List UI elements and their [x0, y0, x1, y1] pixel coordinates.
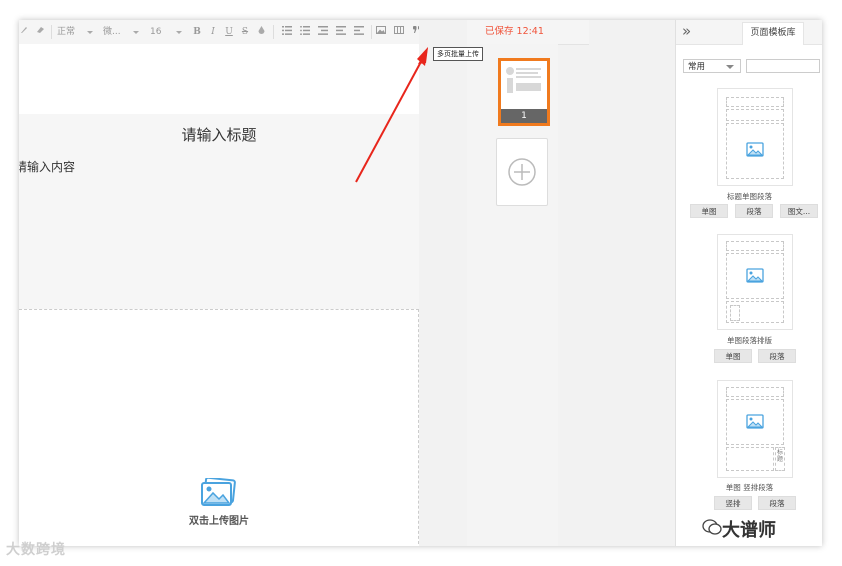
template-category-select[interactable]: 常用	[683, 59, 741, 73]
chevron-down-icon	[726, 65, 734, 69]
text-color-icon[interactable]	[255, 24, 267, 40]
template-option-button[interactable]: 竖排	[714, 496, 752, 510]
template-option-button[interactable]: 图文...	[780, 204, 818, 218]
title-placeholder[interactable]: 请输入标题	[19, 124, 419, 145]
font-size-select[interactable]: 16	[150, 24, 186, 40]
template-card-title-image-paragraph[interactable]	[717, 88, 793, 186]
eraser-icon[interactable]	[33, 24, 47, 40]
watermark-text: 大数跨境	[6, 542, 66, 558]
image-placeholder-icon	[746, 142, 764, 157]
template-option-button[interactable]: 单图	[690, 204, 728, 218]
insert-image-icon[interactable]	[375, 24, 387, 40]
template-name: 单图 竖排段落	[725, 483, 774, 492]
insert-table-icon[interactable]	[393, 24, 405, 40]
template-library-panel: » 页面模板库 常用 标题单图段落 单图 段落 图文... 单图段落排版 单图 …	[675, 20, 822, 546]
upload-image-label[interactable]: 双击上传图片	[19, 512, 419, 527]
panel-header: » 页面模板库	[676, 20, 822, 45]
plus-circle-icon	[508, 158, 536, 186]
save-status: 已保存 12:41	[485, 26, 544, 37]
image-placeholder-icon	[746, 414, 764, 429]
font-family-select[interactable]: 微...	[103, 24, 143, 40]
paragraph-style-select[interactable]: 正常	[57, 24, 97, 40]
page-editor-canvas[interactable]: 请输入标题 请输入内容 双击上传图片	[19, 44, 419, 546]
app-window: 正常 微... 16 B I U S 已保存 12:41 请输入标题 请输入内容…	[19, 20, 822, 546]
indent-icon[interactable]	[317, 24, 329, 40]
template-option-button[interactable]: 段落	[758, 349, 796, 363]
template-option-button[interactable]: 单图	[714, 349, 752, 363]
tab-page-templates[interactable]: 页面模板库	[742, 22, 804, 45]
outdent-icon[interactable]	[335, 24, 347, 40]
tooltip: 多页批量上传	[433, 47, 483, 61]
text-block[interactable]: 请输入标题 请输入内容	[19, 114, 419, 309]
ordered-list-icon[interactable]	[281, 24, 293, 40]
vertical-title-text: 标题	[776, 449, 783, 463]
template-name: 标题单图段落	[727, 192, 772, 201]
block-divider	[19, 309, 419, 310]
watermark-brand: 大谱师	[722, 520, 776, 541]
collapse-panel-icon[interactable]: »	[682, 23, 691, 39]
format-painter-icon[interactable]	[19, 24, 29, 40]
align-icon[interactable]	[353, 24, 365, 40]
template-option-button[interactable]: 段落	[735, 204, 773, 218]
toolbar-divider	[51, 25, 52, 39]
template-option-button[interactable]: 段落	[758, 496, 796, 510]
bold-button[interactable]: B	[191, 24, 203, 40]
template-card-image-paragraph-layout[interactable]	[717, 234, 793, 330]
toolbar-divider	[273, 25, 274, 39]
template-card-image-vertical-paragraph[interactable]: 标题	[717, 380, 793, 478]
editor-gutter	[419, 20, 467, 546]
add-page-button[interactable]	[496, 138, 548, 206]
image-placeholder-icon	[746, 268, 764, 283]
template-search-input[interactable]	[746, 59, 820, 73]
page-number: 1	[501, 109, 547, 123]
unordered-list-icon[interactable]	[299, 24, 311, 40]
strikethrough-button[interactable]: S	[239, 24, 251, 40]
upload-image-icon[interactable]	[200, 476, 236, 512]
underline-button[interactable]: U	[223, 24, 235, 40]
wechat-logo-icon	[702, 518, 722, 540]
italic-button[interactable]: I	[207, 24, 219, 40]
page-thumbnail[interactable]: 1	[498, 58, 550, 126]
content-placeholder[interactable]: 请输入内容	[19, 158, 75, 175]
template-name: 单图段落排版	[727, 336, 772, 345]
toolbar-divider	[371, 25, 372, 39]
